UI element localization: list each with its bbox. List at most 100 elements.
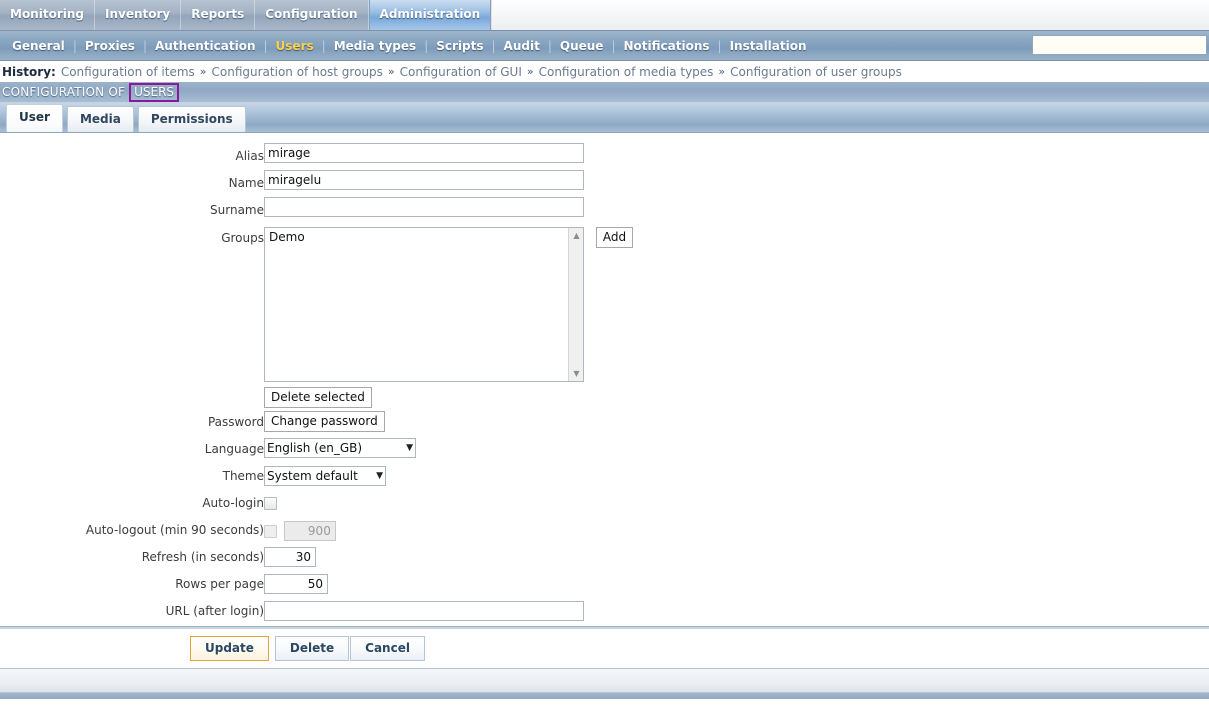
form-row-alias: Alias xyxy=(0,143,633,170)
form-row-language: Language English (en_GB) ▼ xyxy=(0,436,633,463)
history-arrow-icon: » xyxy=(718,65,726,78)
surname-input[interactable] xyxy=(264,197,584,217)
sub-menu-separator: | xyxy=(321,38,326,53)
tab-bar: User Media Permissions xyxy=(0,103,1209,133)
top-menu-item-configuration[interactable]: Configuration xyxy=(255,0,369,30)
sub-menu-item-audit[interactable]: Audit xyxy=(496,37,548,55)
groups-label: Groups xyxy=(221,231,264,245)
sub-menu-separator: | xyxy=(263,38,268,53)
history-arrow-icon: » xyxy=(526,65,534,78)
footer-strip xyxy=(0,669,1209,693)
delete-selected-button[interactable]: Delete selected xyxy=(264,387,372,408)
sub-menu-separator: | xyxy=(72,38,77,53)
top-menu-item-administration[interactable]: Administration xyxy=(368,0,492,30)
footer-bottom-bar xyxy=(0,693,1209,699)
scroll-up-arrow-icon[interactable]: ▲ xyxy=(569,228,583,243)
form-row-rows-per-page: Rows per page xyxy=(0,571,633,598)
refresh-label: Refresh (in seconds) xyxy=(141,550,264,564)
sub-menu-separator: | xyxy=(424,38,429,53)
autologout-checkbox[interactable] xyxy=(264,524,277,538)
top-menu-bar: Monitoring Inventory Reports Configurati… xyxy=(0,0,1209,31)
groups-option[interactable]: Demo xyxy=(265,228,583,246)
delete-selected-spacer xyxy=(0,382,264,409)
top-menu-filler xyxy=(491,0,1209,30)
sub-menu-item-media-types[interactable]: Media types xyxy=(326,37,425,55)
form-row-password: Password Change password xyxy=(0,409,633,436)
history-item-items[interactable]: Configuration of items xyxy=(61,65,195,79)
rows-per-page-label: Rows per page xyxy=(175,577,264,591)
history-item-gui[interactable]: Configuration of GUI xyxy=(400,65,522,79)
history-item-user-groups[interactable]: Configuration of user groups xyxy=(730,65,902,79)
delete-button[interactable]: Delete xyxy=(274,636,350,661)
groups-listbox[interactable]: Demo ▲ ▼ xyxy=(264,227,584,382)
tab-user[interactable]: User xyxy=(6,104,63,132)
refresh-input[interactable] xyxy=(264,547,316,567)
page-title-editable-users[interactable]: USERS xyxy=(129,82,180,102)
alias-input[interactable] xyxy=(264,143,584,163)
user-form-panel: Alias Name Surname Groups Demo ▲ ▼ Add xyxy=(0,133,1209,626)
sub-menu-item-users[interactable]: Users xyxy=(268,37,322,55)
sub-menu-item-scripts[interactable]: Scripts xyxy=(428,37,491,55)
form-row-autologout: Auto-logout (min 90 seconds) xyxy=(0,517,633,544)
sub-menu-bar: General | Proxies | Authentication | Use… xyxy=(0,31,1209,61)
form-row-groups: Groups Demo ▲ ▼ Add xyxy=(0,224,634,382)
sub-menu-item-queue[interactable]: Queue xyxy=(552,37,612,55)
tab-media[interactable]: Media xyxy=(66,106,134,132)
page-title-bar: CONFIGURATION OF USERS xyxy=(0,82,1209,103)
sub-menu-item-authentication[interactable]: Authentication xyxy=(147,37,264,55)
sub-menu-item-proxies[interactable]: Proxies xyxy=(77,37,143,55)
search-input[interactable] xyxy=(1032,35,1207,55)
change-password-button[interactable]: Change password xyxy=(264,411,385,432)
update-button[interactable]: Update xyxy=(190,636,269,661)
theme-label: Theme xyxy=(222,469,264,483)
sub-menu-separator: | xyxy=(547,38,552,53)
language-value: English (en_GB) xyxy=(267,441,363,455)
tab-permissions[interactable]: Permissions xyxy=(137,106,246,132)
cancel-button[interactable]: Cancel xyxy=(350,636,425,661)
top-menu-item-inventory[interactable]: Inventory xyxy=(95,0,182,30)
password-label: Password xyxy=(207,415,264,429)
form-row-autologin: Auto-login xyxy=(0,490,633,517)
groups-listbox-scrollbar[interactable]: ▲ ▼ xyxy=(568,228,583,381)
history-item-media-types[interactable]: Configuration of media types xyxy=(539,65,714,79)
sub-menu-item-installation[interactable]: Installation xyxy=(722,37,815,55)
form-row-url-after-login: URL (after login) xyxy=(0,598,633,625)
name-input[interactable] xyxy=(264,170,584,190)
top-menu-item-monitoring[interactable]: Monitoring xyxy=(0,0,95,30)
history-item-host-groups[interactable]: Configuration of host groups xyxy=(212,65,383,79)
chevron-down-icon: ▼ xyxy=(406,443,413,453)
theme-select[interactable]: System default ▼ xyxy=(264,466,386,486)
sub-menu-item-notifications[interactable]: Notifications xyxy=(616,37,718,55)
autologout-label: Auto-logout (min 90 seconds) xyxy=(85,523,264,537)
alias-label: Alias xyxy=(235,149,264,163)
form-row-delete-selected: Delete selected xyxy=(0,382,633,409)
rows-per-page-input[interactable] xyxy=(264,574,328,594)
theme-value: System default xyxy=(267,469,358,483)
language-label: Language xyxy=(204,442,264,456)
autologout-seconds-input xyxy=(283,521,336,541)
url-after-login-input[interactable] xyxy=(264,601,584,621)
url-after-login-label: URL (after login) xyxy=(165,604,264,618)
action-bar: Update Delete Cancel xyxy=(0,629,1209,669)
form-row-surname: Surname xyxy=(0,197,633,224)
user-form: Alias Name Surname Groups Demo ▲ ▼ Add xyxy=(0,143,634,625)
surname-label: Surname xyxy=(210,203,264,217)
sub-menu-separator: | xyxy=(491,38,496,53)
form-row-name: Name xyxy=(0,170,633,197)
history-arrow-icon: » xyxy=(387,65,395,78)
chevron-down-icon: ▼ xyxy=(376,471,383,481)
form-row-refresh: Refresh (in seconds) xyxy=(0,544,633,571)
add-group-button[interactable]: Add xyxy=(595,227,634,248)
scroll-down-arrow-icon[interactable]: ▼ xyxy=(569,366,583,381)
name-label: Name xyxy=(228,176,264,190)
top-menu-item-reports[interactable]: Reports xyxy=(181,0,256,30)
language-select[interactable]: English (en_GB) ▼ xyxy=(264,438,416,458)
history-arrow-icon: » xyxy=(199,65,207,78)
sub-menu-separator: | xyxy=(611,38,616,53)
sub-menu-item-general[interactable]: General xyxy=(4,37,73,55)
autologin-label: Auto-login xyxy=(202,496,264,510)
page-title: CONFIGURATION OF xyxy=(2,85,126,99)
history-breadcrumb: History: Configuration of items » Config… xyxy=(0,61,1209,82)
history-label: History: xyxy=(2,64,56,79)
autologin-checkbox[interactable] xyxy=(264,497,277,510)
